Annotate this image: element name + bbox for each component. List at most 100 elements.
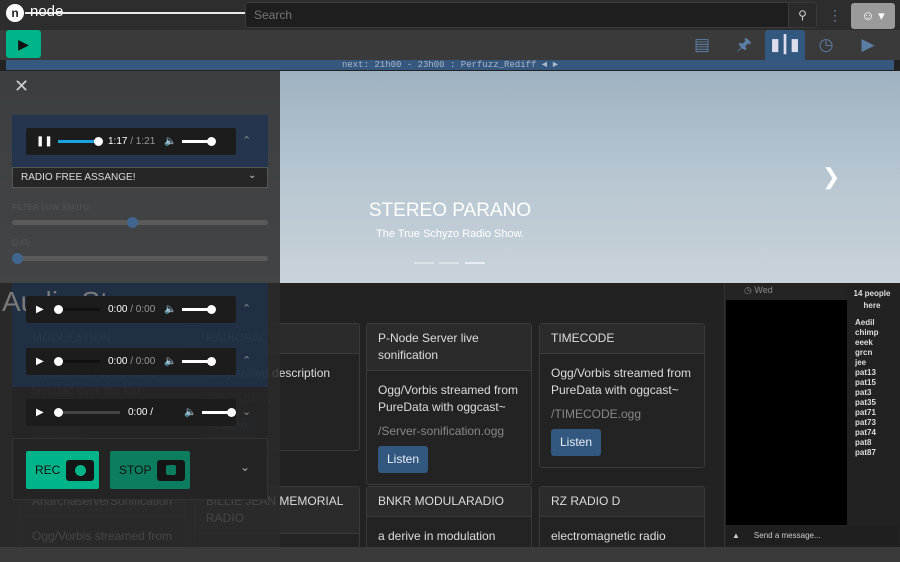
listen-button[interactable]: Listen [378,446,429,473]
carousel-next-icon[interactable]: ❯ [822,164,840,190]
user-list-item[interactable]: Aedil [855,318,879,328]
user-list-item[interactable]: chimp [855,328,879,338]
volume-icon[interactable]: 🔈 [164,136,176,147]
volume-handle[interactable] [207,137,217,146]
chevron-down-icon[interactable]: ⌄ [242,405,251,418]
search-input[interactable] [245,2,789,28]
user-list-item[interactable]: grcn [855,348,879,358]
user-list-item[interactable]: pat87 [855,448,879,458]
stream-card: RZ RADIO Delectromagnetic radio from a [539,486,705,556]
play-icon[interactable]: ▶ [36,304,50,315]
user-list-item[interactable]: pat8 [855,438,879,448]
slider-handle[interactable] [12,253,23,264]
card-title: TIMECODE [540,324,704,354]
audio-player: ▶ 0:00 / 0:00 🔈 [26,296,236,323]
card-path: /Server-sonification.ogg [378,424,505,438]
volume-handle[interactable] [227,408,237,417]
search-button[interactable]: ⚲ [788,2,817,28]
user-list-item[interactable]: eeek [855,338,879,348]
chevron-up-icon[interactable]: ⌃ [242,302,251,315]
stop-button[interactable]: STOP [110,451,190,489]
q-slider[interactable] [12,253,268,264]
carousel-indicator[interactable] [439,262,459,264]
user-list-item[interactable]: pat15 [855,378,879,388]
tab-schedule[interactable]: ◷ [806,30,846,60]
tab-video[interactable]: ▶ [848,30,888,60]
user-list-item[interactable]: pat74 [855,428,879,438]
seek-handle[interactable] [93,137,103,146]
volume-slider[interactable] [182,357,217,366]
tab-chat[interactable]: ▤ [682,30,722,60]
q-label: Q (0) [12,238,31,247]
logo[interactable]: n [6,4,24,22]
volume-handle[interactable] [207,357,217,366]
user-list-item[interactable]: pat13 [855,368,879,378]
audio-player: ▶ 0:00 / 🔈 [26,399,237,426]
volume-icon[interactable]: 🔈 [164,304,176,315]
stop-icon [166,465,177,475]
carousel-indicator[interactable] [414,262,434,264]
caret-up-icon[interactable]: ▲ [726,531,754,540]
play-icon[interactable]: ▶ [36,356,50,367]
user-list-item[interactable]: pat3 [855,388,879,398]
stream-card: P-Node Server live sonification Ogg/Vorbi… [366,323,532,485]
seek-handle[interactable] [54,408,63,417]
user-list-item[interactable]: pat35 [855,398,879,408]
volume-icon[interactable]: 🔈 [164,356,176,367]
rec-button[interactable]: REC [26,451,99,489]
stream-card: TIMECODE Ogg/Vorbis streamed from PureDat… [539,323,705,468]
video-playlist-icon: ▶ [861,35,875,54]
volume-slider[interactable] [182,137,217,146]
chevron-up-icon[interactable]: ⌃ [242,134,251,147]
card-title: P-Node Server live sonification [367,324,531,371]
play-icon[interactable]: ▶ [36,407,50,418]
station-select[interactable]: RADIO FREE ASSANGE! [12,167,268,188]
card-description: Ogg/Vorbis streamed from PureData with o… [551,366,692,397]
volume-slider[interactable] [182,305,217,314]
pause-icon[interactable]: ❚❚ [36,136,53,147]
chat-day: ◷ Wed [726,284,847,300]
card-description: Ogg/Vorbis streamed from PureData with o… [378,383,519,414]
chat-icon: ▤ [693,35,711,54]
user-circle-icon: ☺ ▾ [861,8,885,23]
user-list: Aedil chimp eeek grcn jee pat13 pat15 pat3 pat35… [855,318,879,458]
tab-audio[interactable]: ▮┃▮ [765,30,805,60]
card-title: RZ RADIO D [540,487,704,517]
clock-icon: ◷ [818,35,834,54]
user-list-item[interactable]: pat73 [855,418,879,428]
seek-handle[interactable] [54,305,63,314]
chevron-up-icon[interactable]: ⌃ [242,354,251,367]
seek-bar[interactable] [54,357,100,366]
user-list-item[interactable]: pat71 [855,408,879,418]
kebab-icon[interactable]: ⋮ [828,7,842,24]
volume-slider[interactable] [202,408,237,417]
listen-button[interactable]: Listen [551,429,602,456]
card-path: /TIMECODE.ogg [551,407,642,421]
chevron-down-icon: ⌄ [248,170,257,181]
volume-icon[interactable]: 🔈 [184,407,196,418]
volume-handle[interactable] [207,305,217,314]
audio-player: ❚❚ 1:17 / 1:21 🔈 [26,128,236,155]
user-menu-button[interactable]: ☺ ▾ [851,3,895,29]
user-list-item[interactable]: jee [855,358,879,368]
seek-bar[interactable] [58,137,103,146]
logo-scribble [25,12,250,14]
chat-input[interactable]: ▲ Send a message... [726,526,898,546]
bottom-bar [0,547,900,562]
card-description: a derive in modulation [378,529,496,543]
carousel-indicator-active[interactable] [465,262,485,264]
seek-bar[interactable] [54,408,120,417]
tab-pin[interactable]: 🖈 [724,30,764,60]
clock-icon: ◷ [744,285,755,295]
play-button[interactable]: ▶ [6,30,41,58]
seek-handle[interactable] [54,357,63,366]
seek-bar[interactable] [54,305,100,314]
chat-messages[interactable] [726,300,847,525]
close-icon[interactable]: ✕ [14,76,29,97]
carousel-title: STEREO PARANO [368,200,532,221]
stream-card: BNKR MODULARADIO a derive in modulation [366,486,532,556]
schedule-ticker[interactable]: next: 21h00 - 23h00 : Perfuzz_Rediff ◄ ► [6,60,894,70]
card-title: BNKR MODULARADIO [367,487,531,517]
filter-slider[interactable] [12,217,268,228]
chevron-down-icon[interactable]: ⌄ [240,460,250,474]
